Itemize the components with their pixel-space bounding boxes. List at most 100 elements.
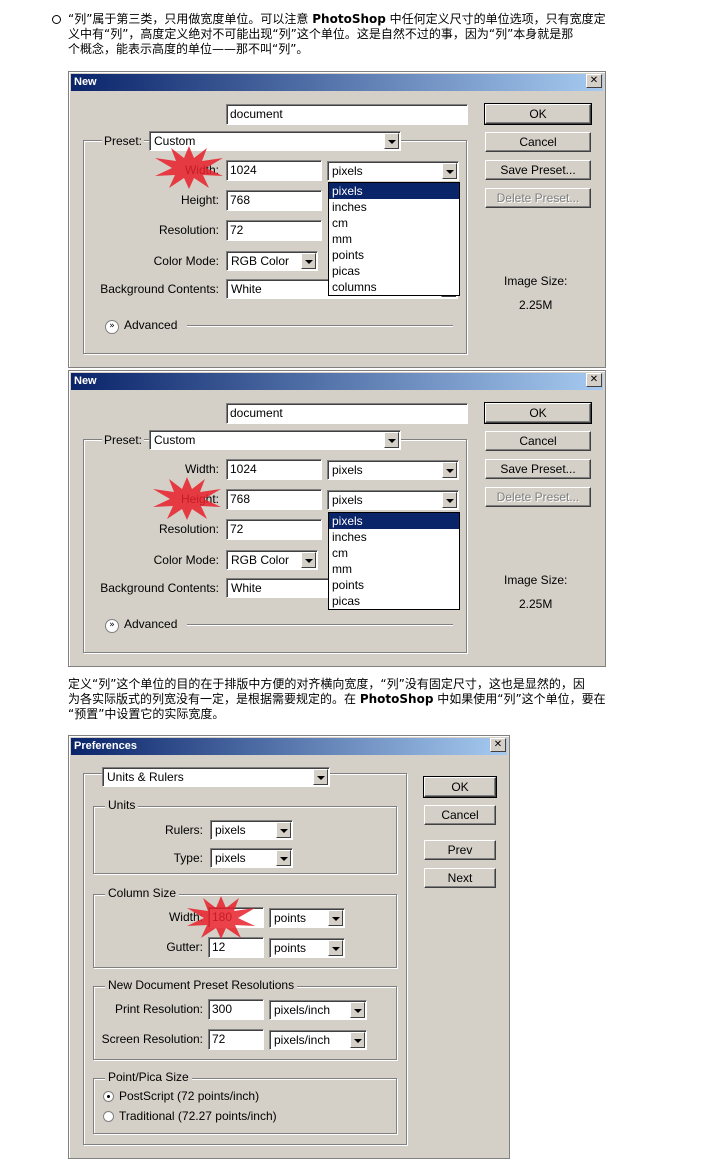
type-select[interactable]: pixels — [210, 848, 293, 868]
rulers-select[interactable]: pixels — [210, 820, 293, 840]
chevron-down-icon — [442, 492, 457, 508]
highlight-star-icon — [187, 896, 255, 939]
preset-label: Preset: — [102, 433, 145, 447]
list-item[interactable]: pixels — [329, 183, 459, 199]
image-size-value: 2.25M — [519, 597, 553, 611]
resolution-input[interactable]: 72 — [226, 519, 322, 540]
width-input[interactable]: 1024 — [226, 459, 322, 480]
width-input[interactable]: 1024 — [226, 160, 322, 181]
preset-label: Preset: — [102, 134, 145, 148]
gutter-unit-select[interactable]: points — [269, 938, 345, 958]
advanced-label: Advanced — [124, 318, 178, 332]
unit-dropdown-list[interactable]: pixels inches cm mm points picas — [328, 512, 460, 610]
cancel-button[interactable]: Cancel — [485, 431, 591, 451]
point-pica-title: Point/Pica Size — [105, 1070, 192, 1084]
colormode-label: Color Mode: — [153, 254, 219, 268]
resolution-label: Resolution: — [158, 223, 219, 237]
list-item[interactable]: points — [329, 247, 459, 263]
resolution-input[interactable]: 72 — [226, 220, 322, 241]
ok-button[interactable]: OK — [484, 402, 592, 424]
title-bar: Preferences — [71, 738, 507, 755]
width-unit-select[interactable]: pixels — [327, 460, 459, 480]
advanced-label: Advanced — [124, 617, 178, 631]
postscript-label: PostScript (72 points/inch) — [119, 1089, 260, 1103]
highlight-star-icon — [153, 477, 221, 520]
save-preset-button[interactable]: Save Preset... — [485, 160, 591, 180]
list-item[interactable]: cm — [329, 545, 459, 561]
bg-label: Background Contents: — [100, 282, 219, 296]
column-size-title: Column Size — [105, 886, 180, 900]
height-input[interactable]: 768 — [226, 489, 322, 510]
chevron-double-down-icon[interactable]: » — [105, 320, 119, 334]
list-item[interactable]: mm — [329, 561, 459, 577]
height-input[interactable]: 768 — [226, 190, 322, 211]
list-item[interactable]: columns — [329, 279, 459, 295]
print-resolution-input[interactable]: 300 — [208, 999, 264, 1020]
divider — [187, 325, 453, 327]
title-bar: New — [71, 74, 603, 91]
cancel-button[interactable]: Cancel — [485, 132, 591, 152]
chevron-down-icon — [276, 822, 291, 838]
close-button[interactable]: ✕ — [586, 373, 602, 387]
preset-select[interactable]: Custom — [149, 430, 401, 450]
close-button[interactable]: ✕ — [586, 74, 602, 88]
list-item[interactable]: inches — [329, 529, 459, 545]
chevron-down-icon — [328, 910, 343, 926]
ok-button[interactable]: OK — [484, 103, 592, 125]
save-preset-button[interactable]: Save Preset... — [485, 459, 591, 479]
bg-label: Background Contents: — [100, 581, 219, 595]
ok-button[interactable]: OK — [423, 776, 497, 798]
screen-resolution-label: Screen Resolution: — [101, 1032, 203, 1046]
highlight-star-icon — [155, 146, 223, 189]
list-item[interactable]: picas — [329, 593, 459, 609]
name-input[interactable]: document — [226, 104, 468, 125]
list-item[interactable]: pixels — [329, 513, 459, 529]
delete-preset-button: Delete Preset... — [485, 487, 591, 507]
close-button[interactable]: ✕ — [490, 738, 506, 752]
height-unit-select[interactable]: pixels — [327, 490, 459, 510]
screen-resolution-input[interactable]: 72 — [208, 1029, 264, 1050]
height-label: Height: — [180, 193, 219, 207]
chevron-down-icon — [442, 462, 457, 478]
gutter-label: Gutter: — [166, 940, 203, 954]
new-dialog-1: New ✕ Name: document Preset: Custom Widt… — [68, 71, 606, 368]
image-size-label: Image Size: — [504, 274, 568, 288]
colormode-label: Color Mode: — [153, 553, 219, 567]
type-label: Type: — [173, 851, 203, 865]
chevron-down-icon — [301, 552, 316, 568]
list-item[interactable]: points — [329, 577, 459, 593]
list-item[interactable]: cm — [329, 215, 459, 231]
chevron-down-icon — [350, 1032, 365, 1048]
next-button[interactable]: Next — [424, 868, 496, 888]
width-label: Width: — [184, 462, 219, 476]
postscript-radio[interactable] — [103, 1091, 114, 1102]
list-item[interactable]: inches — [329, 199, 459, 215]
list-item[interactable]: picas — [329, 263, 459, 279]
chevron-down-icon — [350, 1002, 365, 1018]
width-unit-select[interactable]: pixels — [327, 161, 459, 181]
cancel-button[interactable]: Cancel — [424, 805, 496, 825]
col-width-unit-select[interactable]: points — [269, 908, 345, 928]
divider — [187, 624, 453, 626]
category-select[interactable]: Units & Rulers — [102, 767, 330, 787]
colormode-select[interactable]: RGB Color — [226, 251, 318, 271]
gutter-input[interactable]: 12 — [208, 937, 264, 958]
chevron-down-icon — [328, 940, 343, 956]
screen-resolution-unit-select[interactable]: pixels/inch — [269, 1030, 367, 1050]
chevron-down-icon — [384, 432, 399, 448]
image-size-label: Image Size: — [504, 573, 568, 587]
point-pica-group — [93, 1078, 397, 1134]
chevron-down-icon — [313, 769, 328, 785]
chevron-down-icon — [384, 133, 399, 149]
prev-button[interactable]: Prev — [424, 840, 496, 860]
resolution-label: Resolution: — [158, 522, 219, 536]
name-input[interactable]: document — [226, 403, 468, 424]
chevron-double-down-icon[interactable]: » — [105, 619, 119, 633]
traditional-radio[interactable] — [103, 1111, 114, 1122]
print-resolution-unit-select[interactable]: pixels/inch — [269, 1000, 367, 1020]
title-bar: New — [71, 373, 603, 390]
list-item[interactable]: mm — [329, 231, 459, 247]
unit-dropdown-list[interactable]: pixels inches cm mm points picas columns — [328, 182, 460, 296]
colormode-select[interactable]: RGB Color — [226, 550, 318, 570]
intro-paragraph: “列”属于第三类，只用做宽度单位。可以注意 PhotoShop 中任何定义尺寸的… — [68, 12, 606, 56]
